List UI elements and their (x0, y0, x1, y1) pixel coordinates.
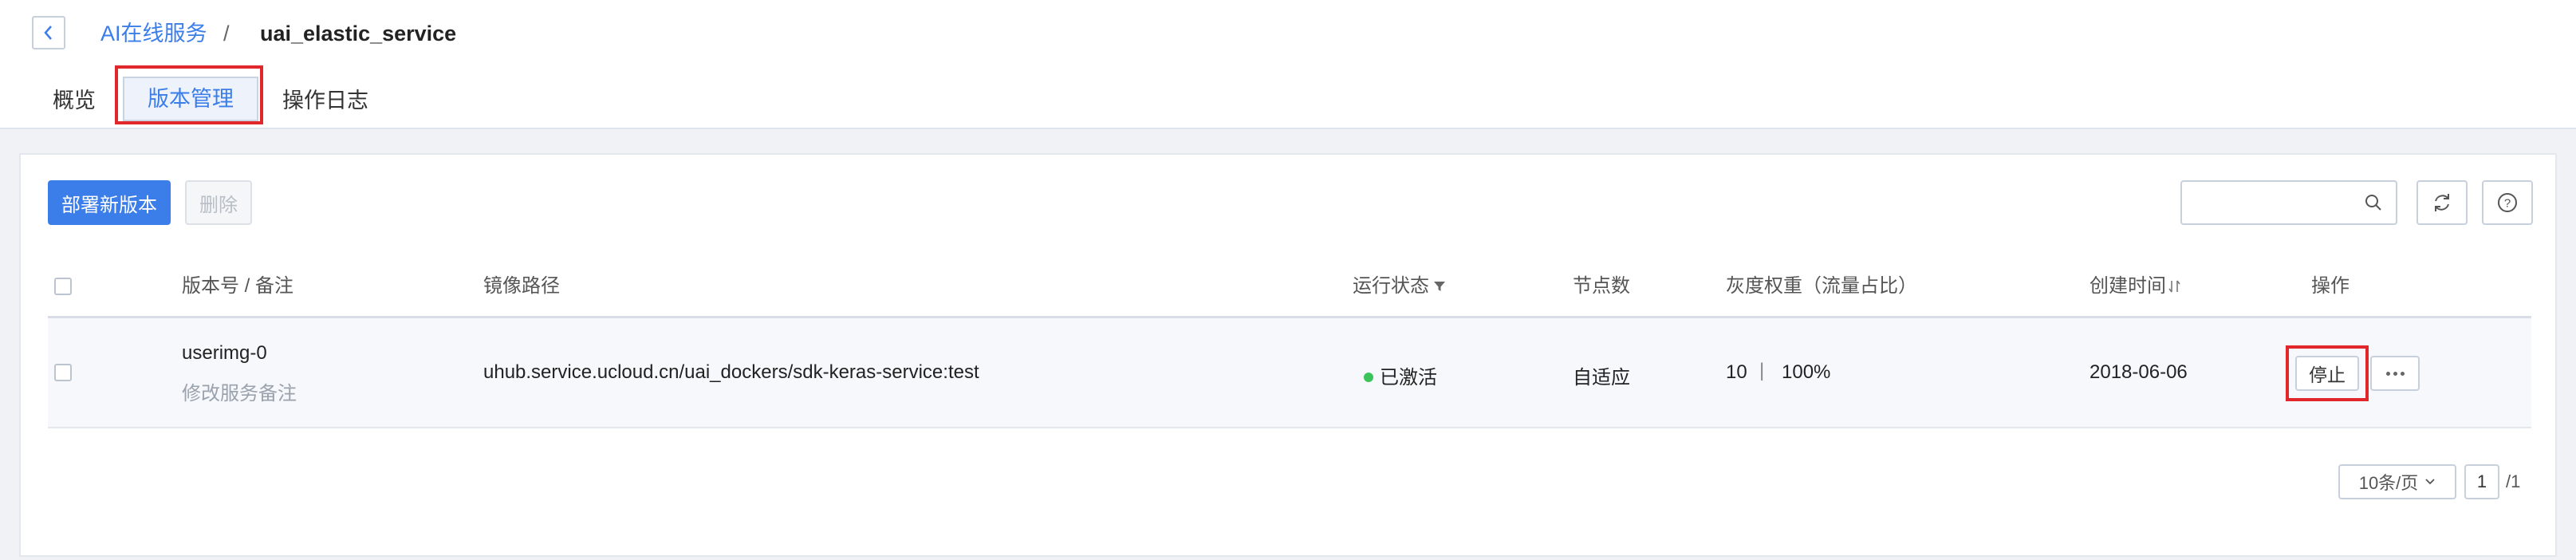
refresh-icon (2435, 194, 2449, 211)
chevron-left-icon (44, 26, 52, 40)
help-icon: ? (2498, 193, 2517, 212)
filter-icon (1434, 282, 1445, 291)
stop-button[interactable]: 停止 (2295, 356, 2359, 391)
row-checkbox[interactable] (54, 364, 72, 381)
remark-link[interactable]: 修改服务备注 (182, 377, 297, 405)
more-actions-button[interactable] (2370, 356, 2420, 391)
sort-icon (2168, 280, 2180, 293)
refresh-button[interactable] (2416, 180, 2468, 225)
traffic-ratio: 100% (1782, 361, 1831, 383)
help-button[interactable]: ? (2482, 180, 2533, 225)
top-bar: AI在线服务 / uai_elastic_service 概览 版本管理 操作日… (0, 0, 2576, 129)
tab-operation-log[interactable]: 操作日志 (282, 85, 368, 116)
current-page-input[interactable]: 1 (2464, 464, 2499, 499)
tab-overview[interactable]: 概览 (53, 85, 96, 116)
deploy-new-version-button[interactable]: 部署新版本 (48, 180, 171, 225)
header-image-path: 镜像路径 (483, 275, 560, 297)
search-input[interactable] (2190, 188, 2361, 219)
node-count: 自适应 (1573, 367, 1630, 388)
chevron-down-icon (2425, 479, 2435, 485)
select-all-checkbox[interactable] (54, 278, 72, 295)
header-status-label: 运行状态 (1353, 275, 1429, 297)
table-header: 版本号 / 备注 镜像路径 运行状态 节点数 灰度权重（流量占比） 创建时间 操… (48, 257, 2531, 318)
breadcrumb-parent-link[interactable]: AI在线服务 (100, 18, 207, 49)
back-button[interactable] (32, 16, 65, 49)
search-field[interactable] (2180, 180, 2397, 225)
total-pages: /1 (2506, 471, 2521, 491)
tab-version-management[interactable]: 版本管理 (123, 77, 258, 121)
header-actions: 操作 (2311, 275, 2350, 297)
image-path: uhub.service.ucloud.cn/uai_dockers/sdk-k… (483, 361, 979, 383)
weight-separator: | (1759, 360, 1765, 381)
delete-button: 删除 (185, 180, 252, 225)
header-status[interactable]: 运行状态 (1353, 257, 1447, 316)
search-icon (2365, 195, 2381, 211)
header-version: 版本号 / 备注 (182, 275, 294, 297)
table-row: userimg-0 修改服务备注 uhub.service.ucloud.cn/… (48, 318, 2531, 428)
page-size-select[interactable]: 10条/页 (2338, 464, 2456, 499)
header-created[interactable]: 创建时间 (2090, 257, 2182, 316)
svg-text:?: ? (2504, 197, 2511, 211)
version-panel: 部署新版本 删除 ? 版本号 / 备注 镜像路径 运行状态 节点数 灰度权重（流… (19, 153, 2557, 557)
page-title: uai_elastic_service (260, 22, 457, 45)
gray-weight: 10 (1726, 361, 1747, 383)
header-weight: 灰度权重（流量占比） (1726, 275, 1917, 297)
breadcrumb-separator: / (223, 22, 230, 45)
page-size-label: 10条/页 (2358, 473, 2419, 493)
header-nodes: 节点数 (1573, 275, 1630, 297)
status-text: 已激活 (1380, 367, 1437, 388)
more-icon (2385, 371, 2406, 376)
status-indicator (1364, 373, 1373, 382)
created-date: 2018-06-06 (2090, 361, 2188, 383)
version-name: userimg-0 (182, 342, 267, 364)
header-created-label: 创建时间 (2090, 275, 2166, 297)
